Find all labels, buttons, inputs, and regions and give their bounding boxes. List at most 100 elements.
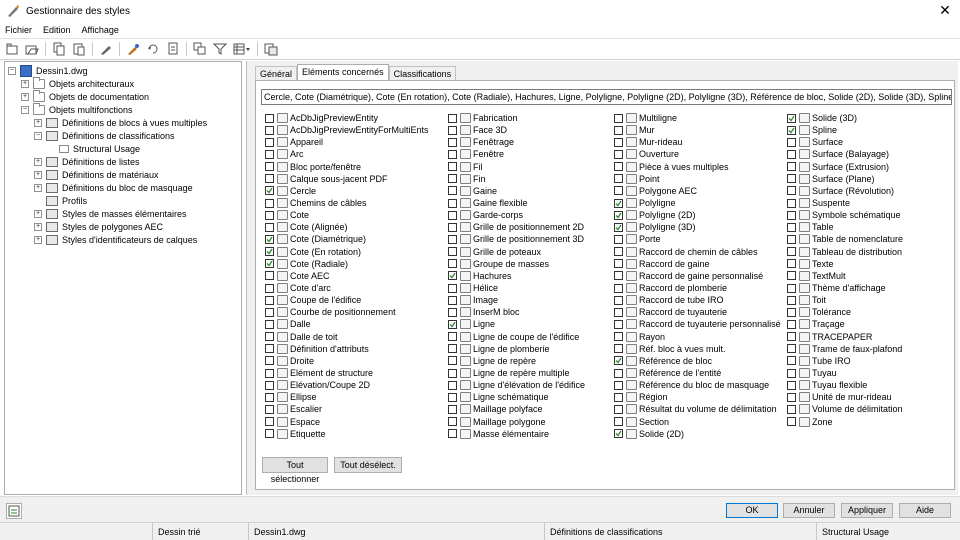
- object-type-item[interactable]: Rayon: [614, 331, 781, 343]
- object-type-item[interactable]: Elévation/Coupe 2D: [265, 379, 429, 391]
- checkbox-unchecked[interactable]: [787, 332, 796, 342]
- object-type-item[interactable]: Fil: [448, 161, 585, 173]
- tab-elements-concernes[interactable]: Eléments concernés: [297, 64, 389, 81]
- object-type-item[interactable]: Surface (Extrusion): [787, 161, 903, 173]
- checkbox-unchecked[interactable]: [614, 404, 623, 414]
- checkbox-unchecked[interactable]: [265, 392, 274, 402]
- view-options-icon[interactable]: [233, 42, 251, 56]
- object-type-item[interactable]: Polyligne (2D): [614, 209, 781, 221]
- checkbox-unchecked[interactable]: [448, 210, 457, 220]
- object-type-item[interactable]: Appareil: [265, 136, 429, 148]
- object-type-item[interactable]: Image: [448, 294, 585, 306]
- expand-icon[interactable]: +: [34, 170, 42, 179]
- object-type-item[interactable]: Coupe de l'édifice: [265, 294, 429, 306]
- checkbox-checked[interactable]: [265, 186, 274, 196]
- object-type-item[interactable]: Fenêtrage: [448, 136, 585, 148]
- checkbox-unchecked[interactable]: [787, 344, 796, 354]
- checkbox-unchecked[interactable]: [448, 137, 457, 147]
- checkbox-unchecked[interactable]: [265, 429, 274, 439]
- object-type-item[interactable]: Fin: [448, 173, 585, 185]
- object-type-item[interactable]: AcDbJigPreviewEntityForMultiEnts: [265, 124, 429, 136]
- object-type-item[interactable]: Escalier: [265, 403, 429, 415]
- object-type-item[interactable]: Hachures: [448, 270, 585, 282]
- checkbox-unchecked[interactable]: [448, 174, 457, 184]
- checkbox-unchecked[interactable]: [787, 174, 796, 184]
- object-type-item[interactable]: Fenêtre: [448, 148, 585, 160]
- checkbox-unchecked[interactable]: [614, 186, 623, 196]
- new-icon[interactable]: [5, 42, 19, 56]
- object-type-item[interactable]: Droite: [265, 355, 429, 367]
- checkbox-unchecked[interactable]: [787, 149, 796, 159]
- checkbox-unchecked[interactable]: [448, 392, 457, 402]
- object-type-item[interactable]: Solide (3D): [787, 112, 903, 124]
- select-icon[interactable]: [146, 42, 160, 56]
- ok-button[interactable]: OK: [726, 503, 778, 518]
- object-type-item[interactable]: TRACEPAPER: [787, 331, 903, 343]
- object-type-item[interactable]: Elément de structure: [265, 367, 429, 379]
- object-type-item[interactable]: Symbole schématique: [787, 209, 903, 221]
- checkbox-unchecked[interactable]: [265, 319, 274, 329]
- checkbox-checked[interactable]: [614, 198, 623, 208]
- object-type-item[interactable]: Cote (Radiale): [265, 258, 429, 270]
- checkbox-checked[interactable]: [265, 234, 274, 244]
- expand-icon[interactable]: +: [21, 92, 29, 101]
- checkbox-unchecked[interactable]: [448, 198, 457, 208]
- object-type-item[interactable]: Face 3D: [448, 124, 585, 136]
- tree-item-objets-documentation[interactable]: + Objets de documentation: [21, 89, 149, 103]
- checkbox-unchecked[interactable]: [448, 283, 457, 293]
- checkbox-unchecked[interactable]: [787, 186, 796, 196]
- object-type-item[interactable]: Cote AEC: [265, 270, 429, 282]
- object-type-item[interactable]: Tableau de distribution: [787, 246, 903, 258]
- toggle-view-icon[interactable]: [193, 42, 207, 56]
- object-type-item[interactable]: Porte: [614, 233, 781, 245]
- checkbox-unchecked[interactable]: [265, 404, 274, 414]
- checkbox-unchecked[interactable]: [614, 162, 623, 172]
- checkbox-unchecked[interactable]: [614, 234, 623, 244]
- checkbox-checked[interactable]: [614, 429, 623, 439]
- checkbox-unchecked[interactable]: [265, 113, 274, 123]
- object-type-item[interactable]: Unité de mur-rideau: [787, 391, 903, 403]
- object-type-item[interactable]: Raccord de tuyauterie personnalisé: [614, 318, 781, 330]
- tree-item-bloc-masquage[interactable]: + Définitions du bloc de masquage: [34, 181, 193, 194]
- copy-icon[interactable]: [52, 42, 66, 56]
- object-type-item[interactable]: Suspente: [787, 197, 903, 209]
- object-type-item[interactable]: Raccord de gaine personnalisé: [614, 270, 781, 282]
- object-type-item[interactable]: Etiquette: [265, 428, 429, 440]
- expand-icon[interactable]: +: [21, 79, 29, 88]
- expand-icon[interactable]: +: [34, 183, 42, 192]
- tree-item-objets-architecturaux[interactable]: + Objets architecturaux: [21, 76, 134, 90]
- checkbox-unchecked[interactable]: [614, 259, 623, 269]
- checkbox-unchecked[interactable]: [448, 356, 457, 366]
- object-type-item[interactable]: Trame de faux-plafond: [787, 343, 903, 355]
- checkbox-checked[interactable]: [448, 271, 457, 281]
- checkbox-unchecked[interactable]: [787, 307, 796, 317]
- object-type-item[interactable]: Spline: [787, 124, 903, 136]
- tree-root[interactable]: − Dessin1.dwg: [8, 64, 88, 77]
- paste-icon[interactable]: [72, 42, 86, 56]
- checkbox-unchecked[interactable]: [614, 319, 623, 329]
- checkbox-unchecked[interactable]: [448, 259, 457, 269]
- checkbox-unchecked[interactable]: [265, 198, 274, 208]
- apply-button[interactable]: Appliquer: [841, 503, 893, 518]
- object-type-item[interactable]: Référence de bloc: [614, 355, 781, 367]
- checkbox-unchecked[interactable]: [265, 149, 274, 159]
- expand-icon[interactable]: +: [34, 222, 42, 231]
- object-type-item[interactable]: Table: [787, 221, 903, 233]
- checkbox-unchecked[interactable]: [448, 149, 457, 159]
- menu-edition[interactable]: Edition: [43, 25, 71, 35]
- object-type-item[interactable]: Tuyau flexible: [787, 379, 903, 391]
- checkbox-unchecked[interactable]: [448, 222, 457, 232]
- purge-icon[interactable]: [126, 42, 140, 56]
- object-type-item[interactable]: Référence du bloc de masquage: [614, 379, 781, 391]
- object-type-item[interactable]: Cote (Alignée): [265, 221, 429, 233]
- object-type-item[interactable]: Solide (2D): [614, 428, 781, 440]
- object-type-item[interactable]: Raccord de tube IRO: [614, 294, 781, 306]
- checkbox-unchecked[interactable]: [614, 283, 623, 293]
- checkbox-unchecked[interactable]: [265, 307, 274, 317]
- checkbox-unchecked[interactable]: [265, 162, 274, 172]
- close-icon[interactable]: ✕: [938, 3, 952, 17]
- object-type-item[interactable]: Polygone AEC: [614, 185, 781, 197]
- cancel-button[interactable]: Annuler: [783, 503, 835, 518]
- checkbox-unchecked[interactable]: [614, 149, 623, 159]
- object-type-item[interactable]: Cote: [265, 209, 429, 221]
